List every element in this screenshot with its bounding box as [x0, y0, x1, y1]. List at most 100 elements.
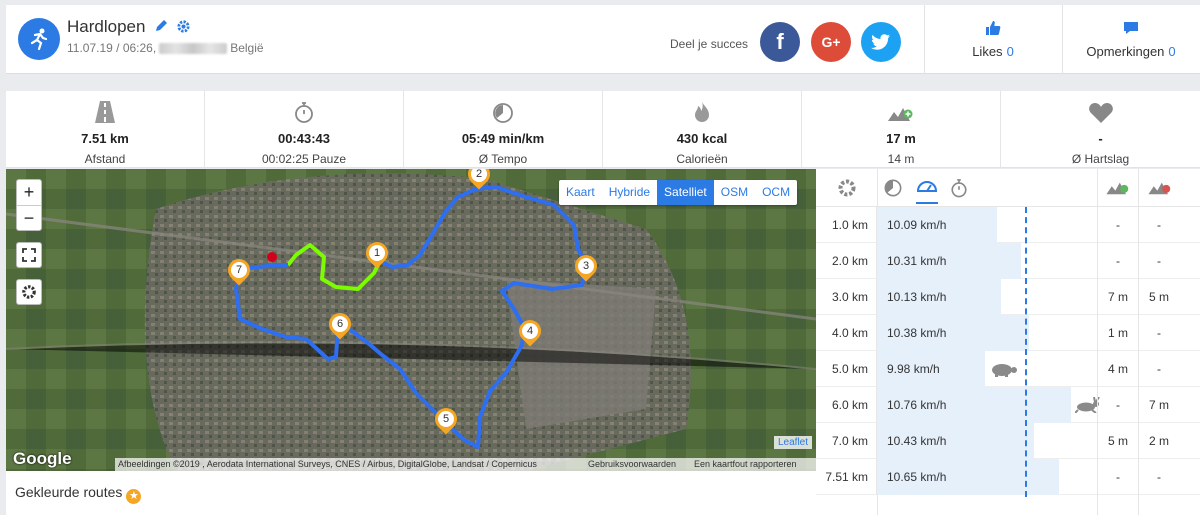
stat-value: 00:43:43	[277, 131, 331, 146]
stopwatch-tab-icon[interactable]	[950, 178, 968, 203]
pace-tab-icon[interactable]	[884, 179, 902, 202]
googleplus-share-button[interactable]: G+	[811, 22, 851, 62]
layer-ocm[interactable]: OCM	[755, 180, 797, 205]
split-speed-cell: 10.43 km/h	[877, 423, 1097, 459]
stat-label: 14 m	[887, 152, 915, 166]
report-map-error-link[interactable]: Een kaartfout rapporteren	[694, 459, 797, 469]
running-icon	[18, 18, 60, 60]
blurred-location	[159, 43, 228, 55]
split-row: 7.0 km 10.43 km/h 5 m2 m	[816, 423, 1200, 459]
split-elevation-up: 1 m	[1097, 315, 1138, 351]
layer-hybride[interactable]: Hybride	[602, 180, 657, 205]
split-elevation-up: 5 m	[1097, 423, 1138, 459]
split-speed: 10.76 km/h	[887, 398, 947, 412]
facebook-share-button[interactable]: f	[760, 22, 800, 62]
split-elevation-down: -	[1138, 351, 1179, 387]
terms-link[interactable]: Gebruiksvoorwaarden	[588, 458, 694, 471]
road-icon	[6, 99, 204, 123]
layer-kaart[interactable]: Kaart	[559, 180, 602, 205]
speed-tab-icon[interactable]	[916, 177, 938, 204]
split-speed: 10.65 km/h	[887, 470, 947, 484]
stat-elevation: 17 m 14 m	[802, 91, 1001, 168]
thumbs-up-icon	[924, 20, 1062, 39]
split-distance: 4.0 km	[816, 315, 877, 351]
likes-counter[interactable]: Likes 0	[924, 5, 1062, 74]
activity-subtitle: 11.07.19 / 06:26, België	[67, 41, 264, 55]
stat-heartrate: - Ø Hartslag	[1001, 91, 1200, 168]
split-elevation-down: 5 m	[1138, 279, 1179, 315]
leaflet-link[interactable]: Leaflet	[774, 436, 813, 449]
activity-header: Hardlopen 11.07.19 / 06:26, België Deel j…	[6, 5, 1200, 74]
satellite-imagery	[6, 169, 816, 471]
stat-label: Ø Tempo	[478, 152, 528, 166]
flame-icon	[603, 99, 801, 123]
comments-label: Opmerkingen	[1086, 44, 1165, 59]
split-speed-cell: 10.38 km/h	[877, 315, 1097, 351]
split-elevation-down: -	[1138, 315, 1179, 351]
zoom-in-button[interactable]: +	[17, 180, 41, 205]
comments-counter[interactable]: Opmerkingen 0	[1062, 5, 1200, 74]
activity-title: Hardlopen	[67, 17, 146, 36]
route-marker[interactable]: 7	[223, 254, 255, 287]
stat-label: Ø Hartslag	[1071, 152, 1130, 166]
twitter-icon	[871, 33, 890, 50]
share-label: Deel je succes	[670, 37, 749, 51]
split-distance: 6.0 km	[816, 387, 877, 423]
activity-country: België	[230, 41, 264, 55]
layer-osm[interactable]: OSM	[714, 180, 755, 205]
split-row: 2.0 km 10.31 km/h - -	[816, 243, 1200, 279]
stat-label: 00:02:25 Pauze	[261, 152, 347, 166]
route-marker[interactable]: 1	[361, 237, 393, 270]
stat-value: -	[1098, 131, 1103, 146]
stat-value: 17 m	[886, 131, 916, 146]
google-logo: Google	[13, 449, 72, 468]
route-marker[interactable]: 6	[324, 308, 356, 341]
gear-icon[interactable]	[176, 19, 191, 39]
split-distance: 7.51 km	[816, 459, 877, 495]
split-speed: 10.31 km/h	[887, 254, 947, 268]
split-speed: 10.09 km/h	[887, 218, 947, 232]
stat-distance: 7.51 km Afstand	[6, 91, 205, 168]
edit-icon[interactable]	[154, 19, 168, 39]
route-marker[interactable]: 4	[514, 315, 546, 348]
route-marker[interactable]: 5	[430, 403, 462, 436]
split-speed: 9.98 km/h	[887, 362, 940, 376]
fullscreen-button[interactable]	[16, 242, 42, 268]
average-speed-line	[1025, 207, 1027, 497]
split-speed-cell: 10.65 km/h	[877, 459, 1097, 495]
split-distance: 5.0 km	[816, 351, 877, 387]
splits-header	[816, 169, 1200, 207]
split-speed: 10.13 km/h	[887, 290, 947, 304]
split-elevation-up: -	[1097, 207, 1138, 243]
split-elevation-down: 7 m	[1138, 387, 1179, 423]
split-row: 4.0 km 10.38 km/h 1 m-	[816, 315, 1200, 351]
split-distance: 2.0 km	[816, 243, 877, 279]
split-elevation-up: -	[1097, 387, 1138, 423]
map-layer-switcher: Kaart Hybride Satelliet OSM OCM	[559, 180, 798, 205]
gear-icon[interactable]	[837, 178, 857, 203]
map-attribution: Afbeeldingen ©2019 , Aerodata Internatio…	[115, 458, 816, 471]
split-elevation-up: -	[1097, 243, 1138, 279]
split-elevation-up: 7 m	[1097, 279, 1138, 315]
route-marker[interactable]: 3	[570, 250, 602, 283]
route-map[interactable]: 1 2 3 4 5 6 7 + − Kaart Hybride Satellie…	[6, 169, 816, 471]
heart-icon	[1001, 99, 1200, 123]
likes-count: 0	[1006, 44, 1014, 59]
stat-calories: 430 kcal Calorieën	[603, 91, 802, 168]
split-speed-cell: 9.98 km/h	[877, 351, 1097, 387]
route-marker[interactable]: 2	[463, 169, 495, 191]
split-distance: 1.0 km	[816, 207, 877, 243]
split-elevation-up: 4 m	[1097, 351, 1138, 387]
pace-icon	[404, 99, 602, 123]
splits-list: 1.0 km 10.09 km/h - -2.0 km 10.31 km/h - -3.0 …	[816, 207, 1200, 495]
twitter-share-button[interactable]	[861, 22, 901, 62]
zoom-out-button[interactable]: −	[17, 205, 41, 230]
star-icon: ★	[126, 489, 142, 504]
stat-value: 7.51 km	[81, 131, 129, 146]
stat-value: 430 kcal	[676, 131, 728, 146]
comments-count: 0	[1168, 44, 1176, 59]
likes-label: Likes	[972, 44, 1003, 59]
map-settings-button[interactable]	[16, 279, 42, 305]
colored-routes-label[interactable]: Gekleurde routes	[15, 484, 122, 500]
layer-satelliet[interactable]: Satelliet	[657, 180, 714, 205]
